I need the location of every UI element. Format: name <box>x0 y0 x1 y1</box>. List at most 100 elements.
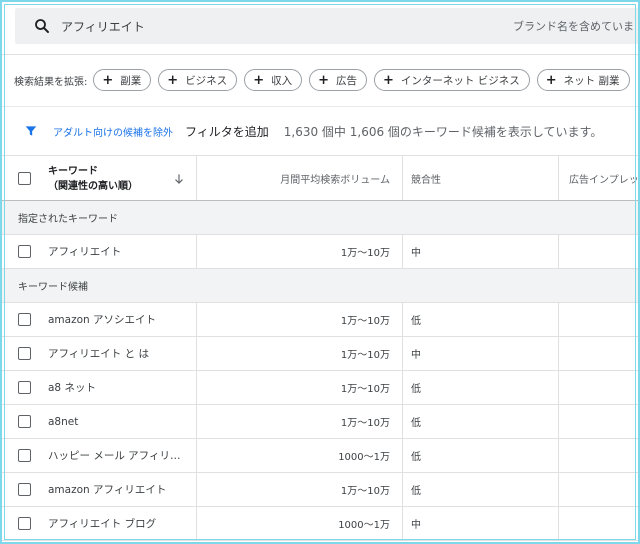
header-keyword[interactable]: キーワード （関連性の高い順） <box>0 156 196 200</box>
table-row[interactable]: a8net 1万～10万 低 <box>0 405 640 439</box>
competition-value: 低 <box>411 316 421 327</box>
keyword-cell: ハッピー メール アフィリエ... <box>0 439 196 472</box>
competition-cell: 中 <box>402 507 558 540</box>
competition-cell: 中 <box>402 235 558 268</box>
divider <box>0 106 640 107</box>
plus-icon: + <box>383 72 394 88</box>
keyword-text: amazon アフィリエイト <box>48 484 167 496</box>
competition-value: 中 <box>411 520 421 531</box>
volume-value: 1000～1万 <box>338 520 390 531</box>
table-row[interactable]: ハッピー メール アフィリエ... 1000～1万 低 <box>0 439 640 473</box>
table-row[interactable]: アフィリエイト ブログ 1000～1万 中 <box>0 507 640 541</box>
impression-cell <box>558 337 640 370</box>
header-keyword-title: キーワード （関連性の高い順） <box>48 164 138 194</box>
search-input[interactable] <box>61 16 361 36</box>
volume-value: 1000～1万 <box>338 452 390 463</box>
expand-label: 検索結果を拡張: <box>14 76 88 88</box>
volume-cell: 1万～10万 <box>196 303 402 336</box>
row-checkbox[interactable] <box>18 245 31 258</box>
volume-cell: 1万～10万 <box>196 405 402 438</box>
expand-chip[interactable]: + ビジネス <box>158 69 238 91</box>
expand-chip-label: インターネット ビジネス <box>400 74 520 87</box>
keyword-text: a8net <box>48 415 79 428</box>
row-checkbox[interactable] <box>18 347 31 360</box>
row-checkbox[interactable] <box>18 517 31 530</box>
row-checkbox[interactable] <box>18 483 31 496</box>
header-volume[interactable]: 月間平均検索ボリューム <box>196 156 402 200</box>
impression-cell <box>558 473 640 506</box>
keyword-text: アフィリエイト <box>48 246 122 258</box>
table-row[interactable]: アフィリエイト と は 1万～10万 中 <box>0 337 640 371</box>
row-checkbox[interactable] <box>18 313 31 326</box>
table-row[interactable]: a8 ネット 1万～10万 低 <box>0 371 640 405</box>
header-competition[interactable]: 競合性 <box>402 156 558 200</box>
keyword-text: アフィリエイト と は <box>48 348 149 360</box>
header-impression-label: 広告インプレッ <box>569 174 639 186</box>
table-row[interactable]: amazon アフィリエイト 1万～10万 低 <box>0 473 640 507</box>
select-all-checkbox[interactable] <box>18 172 31 185</box>
keyword-text: amazon アソシエイト <box>48 314 157 326</box>
competition-cell: 低 <box>402 439 558 472</box>
keyword-cell: amazon アフィリエイト <box>0 473 196 506</box>
competition-cell: 低 <box>402 405 558 438</box>
competition-value: 低 <box>411 486 421 497</box>
expand-chip[interactable]: + 副業 <box>93 69 152 91</box>
plus-icon: + <box>102 72 114 88</box>
competition-cell: 低 <box>402 303 558 336</box>
row-checkbox[interactable] <box>18 449 31 462</box>
search-bar[interactable]: ブランド名を含めていま <box>15 8 640 44</box>
arrow-down-icon[interactable] <box>172 172 186 186</box>
row-checkbox[interactable] <box>18 381 31 394</box>
volume-value: 1万～10万 <box>340 248 390 259</box>
volume-cell: 1万～10万 <box>196 235 402 268</box>
expand-chip-label: ネット 副業 <box>563 74 620 87</box>
header-impression-share[interactable]: 広告インプレッ <box>558 156 640 200</box>
plus-icon: + <box>253 72 265 88</box>
keyword-cell: アフィリエイト <box>0 235 196 268</box>
expand-chip[interactable]: + 収入 <box>244 69 303 91</box>
volume-value: 1万～10万 <box>340 316 390 327</box>
impression-cell <box>558 235 640 268</box>
competition-cell: 低 <box>402 473 558 506</box>
expand-chip-label: ビジネス <box>185 74 228 87</box>
volume-cell: 1000～1万 <box>196 507 402 540</box>
plus-icon: + <box>318 72 329 88</box>
competition-value: 低 <box>411 418 421 429</box>
brand-include-toggle-label[interactable]: ブランド名を含めていま <box>513 18 634 34</box>
filter-icon[interactable] <box>24 124 38 138</box>
table-row[interactable]: アフィリエイト 1万～10万 中 <box>0 235 640 269</box>
keyword-cell: アフィリエイト と は <box>0 337 196 370</box>
plus-icon: + <box>167 72 179 88</box>
divider <box>0 54 640 55</box>
row-checkbox[interactable] <box>18 415 31 428</box>
competition-cell: 低 <box>402 371 558 404</box>
table-body: 指定されたキーワード アフィリエイト 1万～10万中キーワード候補 amazon アソ… <box>0 201 640 541</box>
volume-value: 1万～10万 <box>340 350 390 361</box>
filter-row: アダルト向けの候補を除外 フィルタを追加 1,630 個中 1,606 個のキー… <box>24 120 640 142</box>
header-competition-label: 競合性 <box>411 174 441 186</box>
volume-value: 1万～10万 <box>340 486 390 497</box>
expand-chip[interactable]: + インターネット ビジネス <box>374 69 530 91</box>
search-icon <box>35 19 49 33</box>
expand-chip[interactable]: + ネット 副業 <box>536 69 630 91</box>
keyword-cell: アフィリエイト ブログ <box>0 507 196 540</box>
volume-cell: 1000～1万 <box>196 439 402 472</box>
keyword-cell: a8net <box>0 405 196 438</box>
competition-cell: 中 <box>402 337 558 370</box>
keyword-text: a8 ネット <box>48 382 96 394</box>
competition-value: 低 <box>411 384 421 395</box>
adult-exclusion-filter[interactable]: アダルト向けの候補を除外 <box>53 124 173 139</box>
header-keyword-label: キーワード <box>48 166 98 177</box>
expand-chip[interactable]: + 広告 <box>309 69 367 91</box>
keyword-text: アフィリエイト ブログ <box>48 518 157 530</box>
impression-cell <box>558 371 640 404</box>
keyword-text: ハッピー メール アフィリエ... <box>48 450 190 462</box>
add-filter-button[interactable]: フィルタを追加 <box>185 123 269 140</box>
expand-chip-label: 広告 <box>336 74 357 87</box>
expand-chip-label: 副業 <box>120 74 142 87</box>
table-row[interactable]: amazon アソシエイト 1万～10万 低 <box>0 303 640 337</box>
section-header: キーワード候補 <box>0 269 640 303</box>
keyword-cell: amazon アソシエイト <box>0 303 196 336</box>
volume-value: 1万～10万 <box>340 384 390 395</box>
keyword-cell: a8 ネット <box>0 371 196 404</box>
